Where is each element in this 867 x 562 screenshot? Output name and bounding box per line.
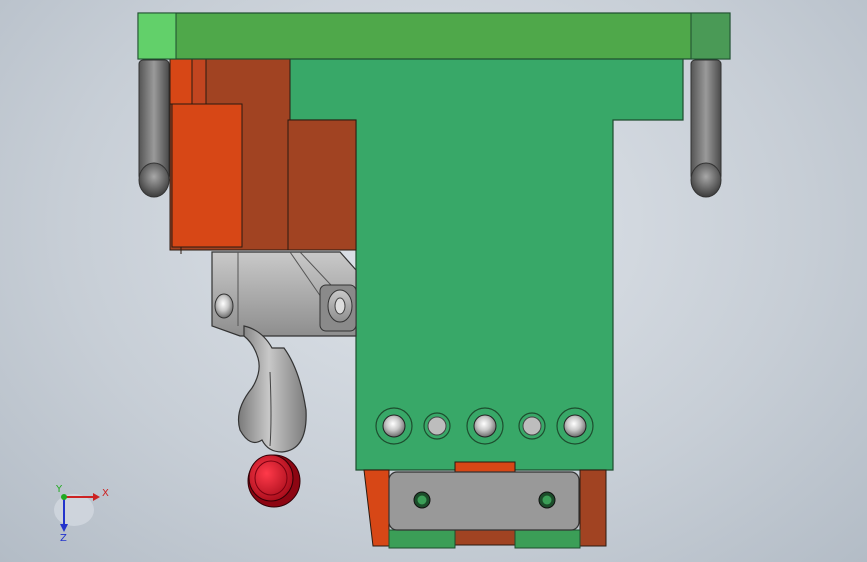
plain-hole bbox=[423, 412, 451, 440]
axis-triad: X Y Z bbox=[54, 484, 109, 544]
guide-pin-left bbox=[138, 59, 170, 198]
bottom-plate bbox=[388, 471, 580, 531]
x-axis-label: X bbox=[102, 488, 109, 499]
y-axis-label: Y bbox=[55, 484, 63, 495]
plain-hole bbox=[518, 412, 546, 440]
toggle-clamp bbox=[211, 251, 357, 508]
z-axis-label: Z bbox=[60, 533, 67, 544]
cad-viewport[interactable]: X Y Z bbox=[0, 0, 867, 562]
guide-pin-right bbox=[690, 59, 722, 198]
model-view[interactable]: X Y Z bbox=[0, 0, 867, 562]
top-plate bbox=[137, 12, 731, 60]
